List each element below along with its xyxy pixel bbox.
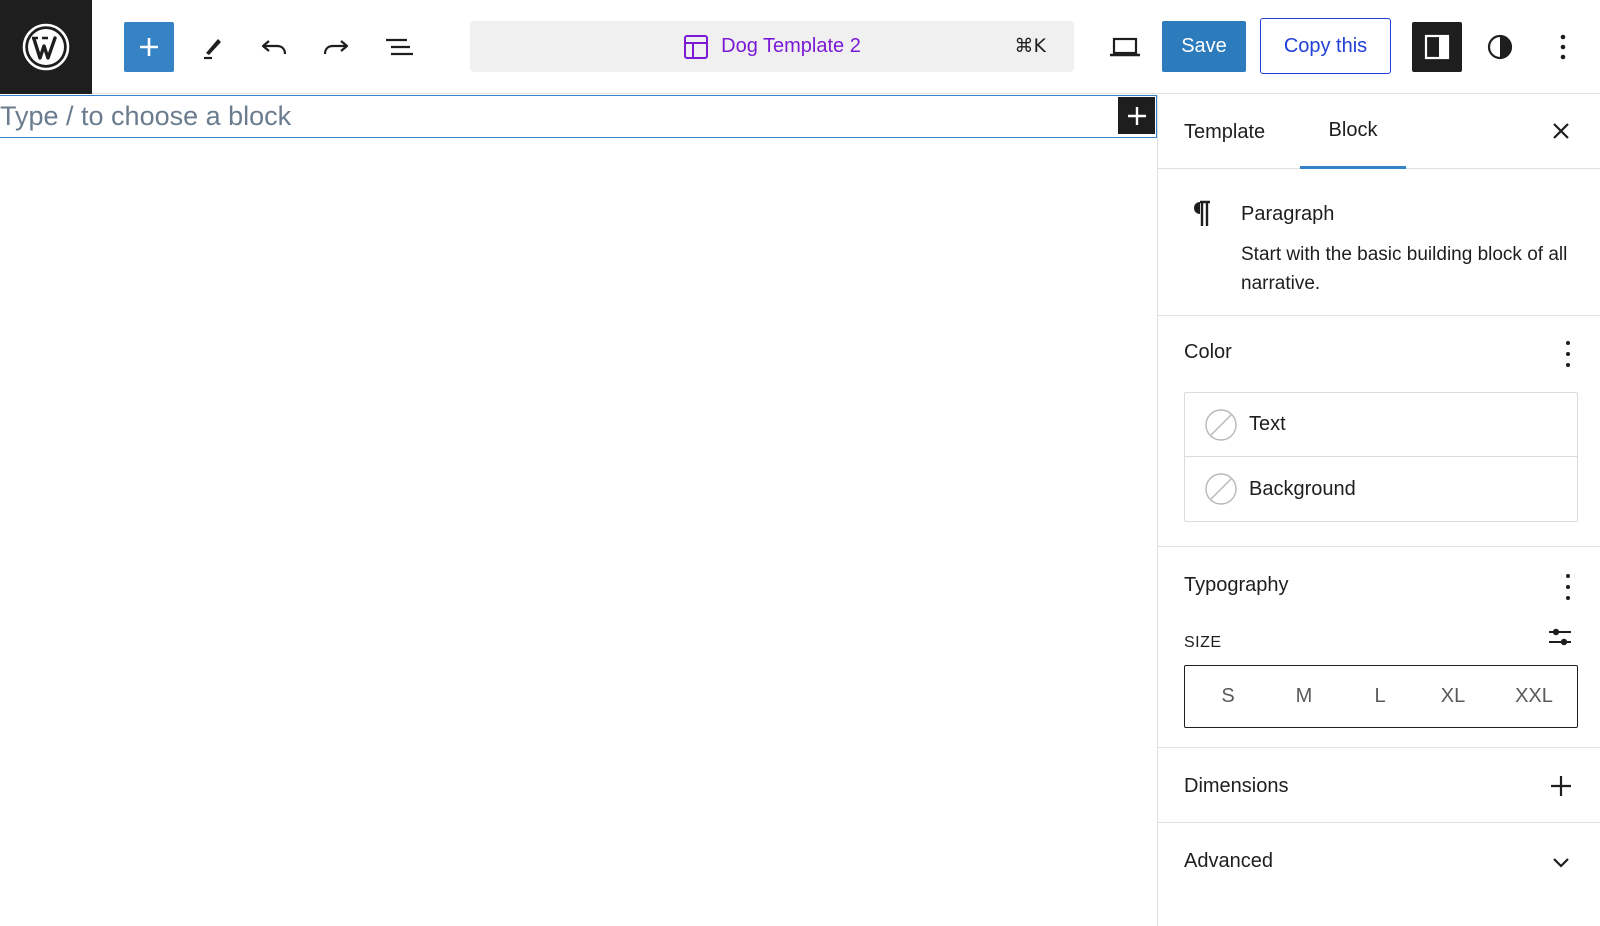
device-preview-button[interactable] bbox=[1100, 22, 1150, 72]
plus-icon bbox=[1127, 106, 1146, 125]
color-item-background[interactable]: Background bbox=[1185, 457, 1577, 521]
empty-swatch-icon bbox=[1205, 473, 1237, 505]
tab-template[interactable]: Template bbox=[1184, 95, 1265, 169]
block-card-description: Start with the basic building block of a… bbox=[1241, 244, 1568, 294]
color-item-label: Text bbox=[1249, 413, 1286, 435]
copy-this-button[interactable]: Copy this bbox=[1260, 18, 1391, 74]
block-inserter-button[interactable] bbox=[124, 22, 174, 72]
block-card-title: Paragraph bbox=[1241, 203, 1335, 225]
styles-button[interactable] bbox=[1475, 22, 1525, 72]
color-item-text[interactable]: Text bbox=[1185, 393, 1577, 457]
sidebar-panel-icon bbox=[1424, 34, 1450, 60]
command-palette-bar[interactable]: Dog Template 2 ⌘K bbox=[470, 21, 1074, 72]
color-panel-title: Color bbox=[1184, 341, 1232, 363]
color-options-icon[interactable] bbox=[1565, 341, 1571, 367]
custom-size-icon[interactable] bbox=[1547, 624, 1573, 650]
size-option-m[interactable]: M bbox=[1271, 666, 1337, 726]
list-view-icon bbox=[386, 38, 413, 56]
size-label: SIZE bbox=[1184, 634, 1222, 651]
template-layout-icon bbox=[684, 34, 709, 59]
redo-icon bbox=[323, 40, 349, 55]
settings-sidebar: Template Block Paragraph Start with the … bbox=[1157, 95, 1600, 926]
wordpress-logo-icon[interactable] bbox=[0, 0, 92, 94]
undo-button[interactable] bbox=[249, 22, 299, 72]
top-toolbar: Dog Template 2 ⌘K Save Copy this bbox=[0, 0, 1600, 94]
font-size-toggle-group: S M L XL XXL bbox=[1184, 665, 1578, 728]
block-card: Paragraph Start with the basic building … bbox=[1158, 170, 1600, 316]
color-item-label: Background bbox=[1249, 477, 1356, 500]
document-title: Dog Template 2 bbox=[721, 35, 861, 57]
sidebar-tabs: Template Block bbox=[1158, 95, 1600, 169]
tools-button[interactable] bbox=[187, 22, 237, 72]
chevron-down-icon[interactable] bbox=[1549, 850, 1573, 874]
size-option-l[interactable]: L bbox=[1337, 666, 1423, 726]
block-add-button[interactable] bbox=[1118, 97, 1155, 134]
advanced-panel-title: Advanced bbox=[1184, 850, 1273, 872]
dimensions-panel-title: Dimensions bbox=[1184, 775, 1289, 797]
plus-icon bbox=[140, 38, 158, 56]
more-vertical-icon bbox=[1560, 34, 1566, 60]
settings-toggle-button[interactable] bbox=[1412, 22, 1462, 72]
typography-panel: Typography SIZE S M L XL XXL bbox=[1158, 548, 1600, 748]
document-overview-button[interactable] bbox=[374, 22, 424, 72]
paragraph-block[interactable]: Type / to choose a block bbox=[0, 95, 1157, 138]
size-option-s[interactable]: S bbox=[1185, 666, 1271, 726]
block-placeholder[interactable]: Type / to choose a block bbox=[0, 101, 291, 132]
plus-icon[interactable] bbox=[1549, 774, 1573, 798]
empty-swatch-icon bbox=[1205, 408, 1237, 441]
dimensions-panel[interactable]: Dimensions bbox=[1158, 749, 1600, 823]
editor-canvas: Type / to choose a block bbox=[0, 95, 1157, 926]
redo-button[interactable] bbox=[311, 22, 361, 72]
color-panel: Color Text Background bbox=[1158, 317, 1600, 547]
contrast-icon bbox=[1487, 34, 1513, 60]
typography-options-icon[interactable] bbox=[1565, 574, 1571, 600]
shortcut-hint: ⌘K bbox=[1014, 35, 1046, 57]
tab-block[interactable]: Block bbox=[1300, 95, 1406, 169]
color-list: Text Background bbox=[1184, 392, 1578, 522]
close-icon[interactable] bbox=[1549, 119, 1573, 143]
pencil-icon bbox=[204, 39, 221, 60]
typography-panel-title: Typography bbox=[1184, 574, 1289, 596]
advanced-panel[interactable]: Advanced bbox=[1158, 824, 1600, 898]
size-option-xxl[interactable]: XXL bbox=[1491, 666, 1577, 726]
save-button[interactable]: Save bbox=[1162, 21, 1246, 72]
size-option-xl[interactable]: XL bbox=[1415, 666, 1491, 726]
undo-icon bbox=[261, 40, 287, 55]
options-menu-button[interactable] bbox=[1538, 22, 1588, 72]
paragraph-icon bbox=[1194, 200, 1210, 226]
laptop-icon bbox=[1110, 37, 1140, 57]
